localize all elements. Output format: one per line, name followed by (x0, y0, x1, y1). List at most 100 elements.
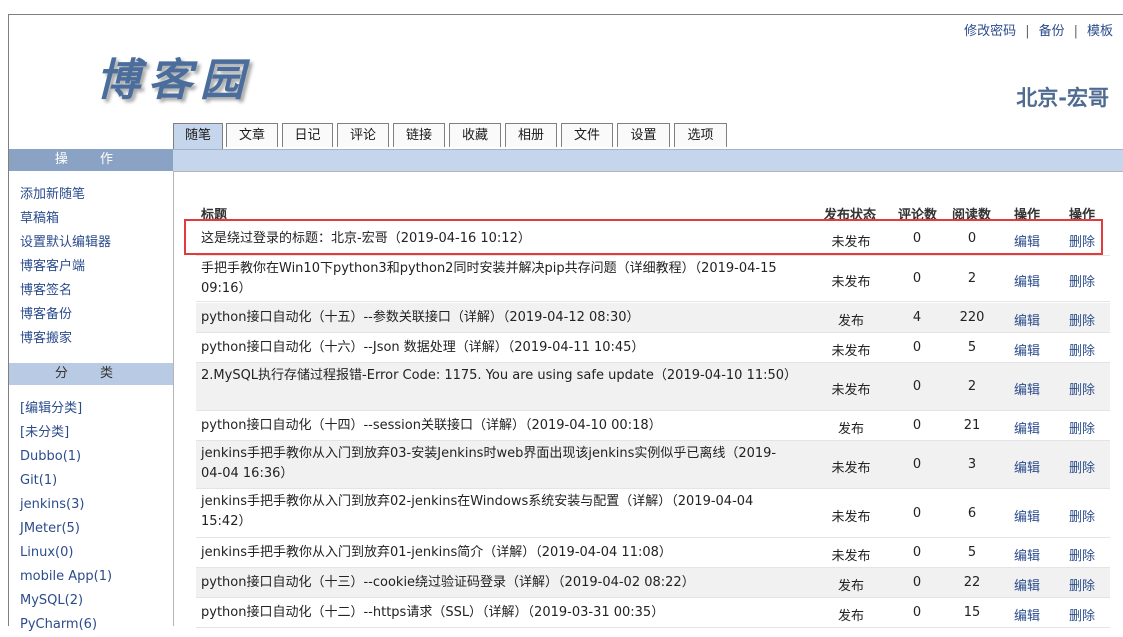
edit-link-cell: 编辑 (1001, 605, 1053, 624)
sidebar-category-link[interactable]: PyCharm(6) (20, 617, 97, 632)
post-title[interactable]: python接口自动化（十四）--session关联接口（详解）（2019-04… (201, 416, 797, 436)
edit-link-cell: 编辑 (1001, 506, 1053, 525)
delete-link[interactable]: 删除 (1069, 461, 1095, 476)
tab-8[interactable]: 设置 (617, 123, 670, 147)
sidebar-category-link[interactable]: Git(1) (20, 473, 57, 488)
sidebar-op-link[interactable]: 添加新随笔 (20, 187, 85, 202)
comment-count: 0 (912, 575, 922, 590)
tab-3[interactable]: 评论 (337, 123, 389, 147)
edit-link-cell: 编辑 (1001, 271, 1053, 290)
edit-link[interactable]: 编辑 (1014, 275, 1040, 290)
tab-6[interactable]: 相册 (505, 123, 557, 147)
edit-link-cell: 编辑 (1001, 575, 1053, 594)
sidebar-op-link[interactable]: 博客客户端 (20, 259, 85, 274)
read-count: 5 (967, 545, 977, 560)
frame-top-border (8, 14, 1123, 15)
table-row: jenkins手把手教你从入门到放弃01-jenkins简介（详解）（2019-… (196, 538, 1110, 568)
post-title[interactable]: jenkins手把手教你从入门到放弃03-安装Jenkins时web界面出现该j… (201, 444, 797, 484)
post-status: 发布 (837, 579, 864, 594)
edit-link-cell: 编辑 (1001, 457, 1053, 476)
post-title[interactable]: jenkins手把手教你从入门到放弃01-jenkins简介（详解）（2019-… (201, 543, 797, 563)
read-count: 22 (963, 575, 981, 590)
post-title[interactable]: python接口自动化（十二）--https请求（SSL）（详解）（2019-0… (201, 603, 797, 623)
delete-link[interactable]: 删除 (1069, 422, 1095, 437)
edit-link[interactable]: 编辑 (1014, 579, 1040, 594)
tab-2[interactable]: 日记 (282, 123, 333, 147)
sidebar-category-link[interactable]: [编辑分类] (20, 401, 82, 416)
sidebar-category-link[interactable]: JMeter(5) (20, 521, 80, 536)
delete-link[interactable]: 删除 (1069, 579, 1095, 594)
tab-9[interactable]: 选项 (674, 123, 727, 147)
edit-link[interactable]: 编辑 (1014, 422, 1040, 437)
post-title[interactable]: python接口自动化（十五）--参数关联接口（详解）（2019-04-12 0… (201, 308, 797, 328)
site-logo[interactable]: 博客园 (96, 44, 252, 108)
post-title[interactable]: python接口自动化（十三）--cookie绕过验证码登录（详解）（2019-… (201, 573, 797, 593)
sidebar-op-link[interactable]: 博客备份 (20, 307, 72, 322)
delete-link[interactable]: 删除 (1069, 383, 1095, 398)
sidebar-category-link[interactable]: [未分类] (20, 425, 69, 440)
delete-link[interactable]: 删除 (1069, 549, 1095, 564)
comment-count: 0 (912, 418, 922, 433)
tab-7[interactable]: 文件 (561, 123, 613, 147)
sidebar-divider (173, 171, 174, 626)
table-header: 标题 发布状态 评论数 阅读数 操作 操作 (196, 204, 1110, 223)
delete-link[interactable]: 删除 (1069, 609, 1095, 624)
backup-link[interactable]: 备份 (1039, 24, 1065, 39)
table-row: jenkins手把手教你从入门到放弃03-安装Jenkins时web界面出现该j… (196, 441, 1110, 489)
sidebar-category-link[interactable]: Dubbo(1) (20, 449, 81, 464)
post-status: 未发布 (831, 510, 871, 525)
tab-1[interactable]: 文章 (226, 123, 278, 147)
post-title[interactable]: 手把手教你在Win10下python3和python2同时安装并解决pip共存问… (201, 259, 797, 299)
tab-5[interactable]: 收藏 (449, 123, 501, 147)
tab-0[interactable]: 随笔 (173, 123, 223, 150)
sidebar-op-link[interactable]: 草稿箱 (20, 211, 59, 226)
sidebar-op-link[interactable]: 博客搬家 (20, 331, 72, 346)
delete-link[interactable]: 删除 (1069, 510, 1095, 525)
delete-link[interactable]: 删除 (1069, 314, 1095, 329)
sidebar-op-link[interactable]: 设置默认编辑器 (20, 235, 111, 250)
sidebar-category-link[interactable]: mobile App(1) (20, 569, 112, 584)
post-title[interactable]: jenkins手把手教你从入门到放弃02-jenkins在Windows系统安装… (201, 492, 797, 532)
edit-link-cell: 编辑 (1001, 310, 1053, 329)
delete-link[interactable]: 删除 (1069, 275, 1095, 290)
comment-count: 0 (912, 457, 922, 472)
edit-link[interactable]: 编辑 (1014, 383, 1040, 398)
sidebar-op-item: 添加新随笔 (20, 183, 111, 207)
post-status: 发布 (837, 314, 864, 329)
edit-link[interactable]: 编辑 (1014, 461, 1040, 476)
sidebar-category-link[interactable]: jenkins(3) (20, 497, 84, 512)
sidebar-category-item: MySQL(2) (20, 589, 112, 613)
sidebar-category-link[interactable]: Linux(0) (20, 545, 73, 560)
edit-link[interactable]: 编辑 (1014, 609, 1040, 624)
post-title[interactable]: python接口自动化（十六）--Json 数据处理（详解）（2019-04-1… (201, 338, 797, 358)
table-row: 2.MySQL执行存储过程报错-Error Code: 1175. You ar… (196, 363, 1110, 411)
edit-link[interactable]: 编辑 (1014, 344, 1040, 359)
main-top-border (173, 171, 1123, 172)
edit-link[interactable]: 编辑 (1014, 314, 1040, 329)
post-status: 未发布 (831, 344, 871, 359)
change-password-link[interactable]: 修改密码 (964, 24, 1016, 39)
sidebar-op-item: 设置默认编辑器 (20, 231, 111, 255)
delete-link[interactable]: 删除 (1069, 344, 1095, 359)
post-title[interactable]: 2.MySQL执行存储过程报错-Error Code: 1175. You ar… (201, 366, 797, 386)
top-links: 修改密码 | 备份 | 模板 (964, 20, 1113, 39)
sidebar-op-link[interactable]: 博客签名 (20, 283, 72, 298)
template-link[interactable]: 模板 (1087, 24, 1113, 39)
blog-name[interactable]: 北京-宏哥 (1016, 82, 1109, 112)
sidebar-category-item: Git(1) (20, 469, 112, 493)
read-count: 2 (967, 271, 977, 286)
highlight-box (184, 219, 1103, 255)
comment-count: 0 (912, 379, 922, 394)
post-status: 未发布 (831, 461, 871, 476)
tab-4[interactable]: 链接 (393, 123, 445, 147)
sidebar-category-item: [编辑分类] (20, 397, 112, 421)
delete-link-cell: 删除 (1056, 506, 1108, 525)
edit-link[interactable]: 编辑 (1014, 510, 1040, 525)
comment-count: 0 (912, 271, 922, 286)
edit-link[interactable]: 编辑 (1014, 549, 1040, 564)
comment-count: 4 (912, 310, 922, 325)
sidebar-category-link[interactable]: MySQL(2) (20, 593, 83, 608)
sidebar-op-item: 博客备份 (20, 303, 111, 327)
sidebar-op-item: 博客签名 (20, 279, 111, 303)
comment-count: 0 (912, 506, 922, 521)
